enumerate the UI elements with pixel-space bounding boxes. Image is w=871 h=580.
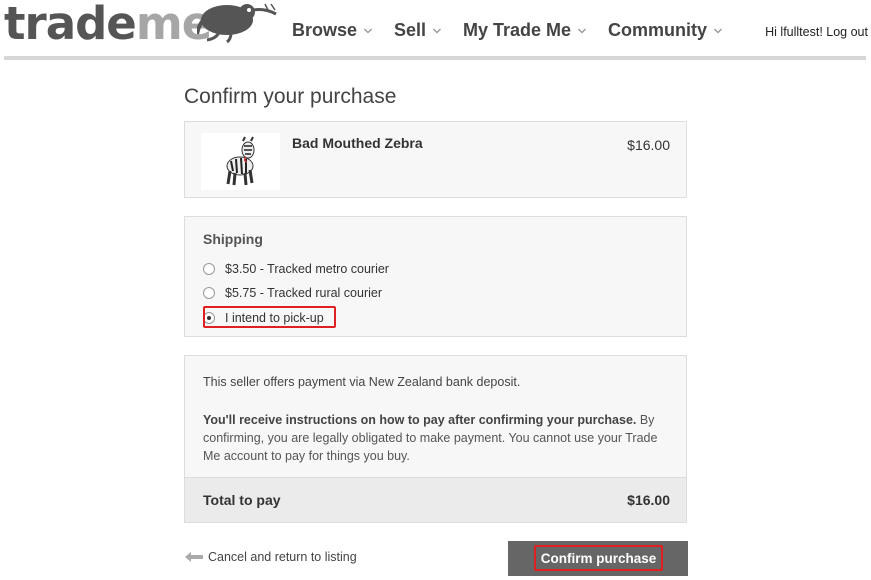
chevron-down-icon — [364, 28, 373, 33]
logo-part-trade: trade — [4, 0, 137, 50]
item-summary-panel: Bad Mouthed Zebra $16.00 — [184, 121, 687, 198]
shipping-option-metro[interactable]: $3.50 - Tracked metro courier — [203, 262, 389, 276]
total-value: $16.00 — [627, 492, 670, 508]
cancel-link[interactable]: Cancel and return to listing — [184, 550, 357, 564]
chevron-down-icon — [714, 28, 722, 33]
nav-community-label: Community — [608, 20, 707, 40]
user-greeting: Hi lfulltest! Log out — [765, 25, 868, 39]
radio-button[interactable] — [203, 287, 215, 299]
page-title: Confirm your purchase — [184, 85, 397, 108]
shipping-option-pickup[interactable]: I intend to pick-up — [203, 311, 324, 325]
radio-button[interactable] — [203, 263, 215, 275]
payment-instructions-bold: You'll receive instructions on how to pa… — [203, 413, 637, 427]
logo-wordmark: trademe — [4, 0, 212, 50]
header-divider — [4, 56, 866, 60]
payment-panel: This seller offers payment via New Zeala… — [184, 355, 687, 523]
nav-sell[interactable]: Sell — [394, 20, 442, 41]
item-name[interactable]: Bad Mouthed Zebra — [292, 135, 423, 151]
chevron-down-icon — [433, 28, 442, 33]
shipping-option-label: $3.50 - Tracked metro courier — [225, 262, 389, 276]
nav-browse[interactable]: Browse — [292, 20, 373, 41]
greeting-text: Hi lfulltest! — [765, 25, 823, 39]
shipping-option-rural[interactable]: $5.75 - Tracked rural courier — [203, 286, 382, 300]
cancel-link-label: Cancel and return to listing — [208, 550, 357, 564]
radio-button-selected[interactable] — [203, 312, 215, 324]
logout-link[interactable]: Log out — [826, 25, 868, 39]
nav-my-trade-me-label: My Trade Me — [463, 20, 572, 40]
payment-method-note: This seller offers payment via New Zeala… — [203, 375, 521, 389]
confirm-highlight-box: Confirm purchase — [534, 545, 663, 571]
nav-browse-label: Browse — [292, 20, 358, 40]
confirm-purchase-label: Confirm purchase — [540, 550, 657, 566]
zebra-plush-image — [201, 133, 280, 190]
payment-instructions: You'll receive instructions on how to pa… — [203, 411, 673, 465]
nav-my-trade-me[interactable]: My Trade Me — [463, 20, 587, 41]
arrow-left-icon — [185, 552, 203, 562]
shipping-option-label: $5.75 - Tracked rural courier — [225, 286, 383, 300]
chevron-down-icon — [578, 28, 587, 33]
confirm-purchase-button[interactable]: Confirm purchase — [508, 541, 688, 576]
shipping-panel: Shipping $3.50 - Tracked metro courier $… — [184, 216, 687, 337]
nav-community[interactable]: Community — [608, 20, 722, 41]
site-header: trademe Browse Sell My Trade Me Communit… — [0, 0, 871, 60]
total-bar: Total to pay $16.00 — [185, 477, 686, 522]
total-label: Total to pay — [203, 492, 281, 508]
nav-sell-label: Sell — [394, 20, 427, 40]
shipping-option-label: I intend to pick-up — [225, 311, 324, 325]
item-thumbnail[interactable] — [201, 133, 280, 190]
kiwi-bird-icon — [197, 3, 277, 44]
item-price: $16.00 — [627, 137, 670, 153]
shipping-title: Shipping — [203, 231, 263, 247]
